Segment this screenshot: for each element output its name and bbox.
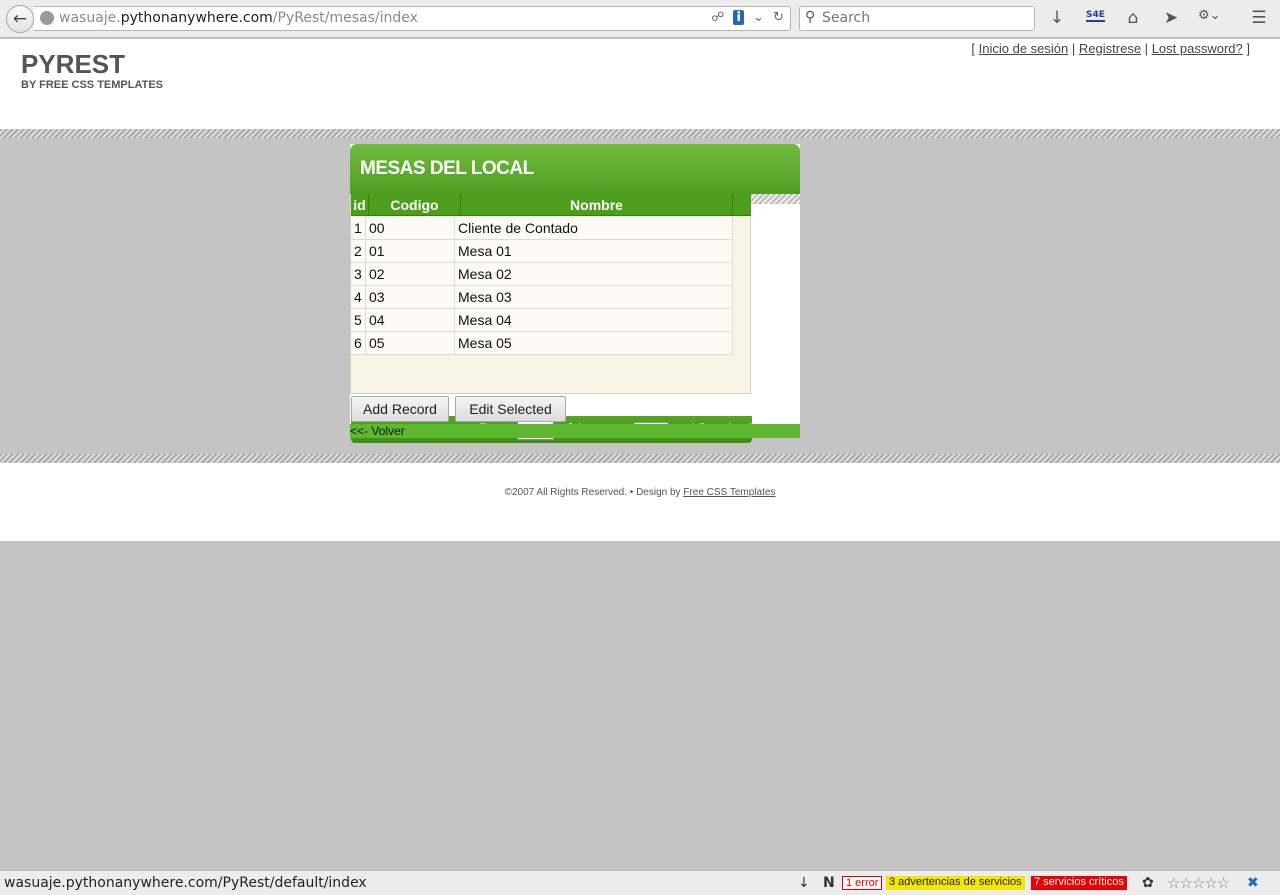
cell-nombre: Mesa 05 <box>455 332 733 354</box>
cell-nombre: Mesa 03 <box>455 286 733 308</box>
table-row[interactable]: 5 04 Mesa 04 <box>351 309 733 332</box>
bottom-divider <box>0 454 1280 463</box>
cell-codigo: 05 <box>366 332 455 354</box>
grid-body: 1 00 Cliente de Contado 2 01 Mesa 01 3 0… <box>351 217 733 355</box>
table-row[interactable]: 6 05 Mesa 05 <box>351 332 733 355</box>
reload-icon[interactable]: ↻ <box>773 10 784 25</box>
register-link[interactable]: Registrese <box>1079 41 1141 56</box>
panel-title: MESAS DEL LOCAL <box>360 158 534 179</box>
chevron-down-icon[interactable]: ⌄ <box>753 10 764 25</box>
addon-icon[interactable]: ⚙⌄ <box>1198 8 1221 23</box>
menu-icon[interactable]: ☰ <box>1248 8 1270 28</box>
rating-stars-icon[interactable]: ☆☆☆☆☆ <box>1167 874 1230 892</box>
edit-selected-button[interactable]: Edit Selected <box>455 396 566 422</box>
error-badge[interactable]: 1 error <box>842 876 883 890</box>
cell-codigo: 03 <box>366 286 455 308</box>
cell-nombre: Mesa 02 <box>455 263 733 285</box>
top-divider <box>0 129 1280 138</box>
cell-id: 3 <box>351 263 366 285</box>
status-url: wasuaje.pythonanywhere.com/PyRest/defaul… <box>4 875 367 891</box>
back-link-bar: <<- Volver <box>350 424 800 438</box>
site-logo: PYREST BY FREE CSS TEMPLATES <box>21 49 163 91</box>
cell-nombre: Cliente de Contado <box>455 217 733 239</box>
column-header-codigo[interactable]: Codigo <box>369 194 461 216</box>
login-link[interactable]: Inicio de sesión <box>979 41 1069 56</box>
panel-header: MESAS DEL LOCAL <box>350 144 800 194</box>
cell-id: 4 <box>351 286 366 308</box>
cell-nombre: Mesa 04 <box>455 309 733 331</box>
cell-nombre: Mesa 01 <box>455 240 733 262</box>
search-bar[interactable]: ⚲ <box>799 6 1035 31</box>
back-icon[interactable]: ← <box>6 5 34 33</box>
auth-links: [ Inicio de sesión | Registrese | Lost p… <box>971 41 1250 56</box>
content-band: MESAS DEL LOCAL id Codigo Nombre 1 00 Cl… <box>0 129 1280 463</box>
footer: ©2007 All Rights Reserved. • Design by F… <box>0 487 1280 498</box>
pocket-icon[interactable]: ☍ <box>711 10 724 25</box>
grid-header: id Codigo Nombre <box>351 194 751 216</box>
back-link[interactable]: <<- Volver <box>350 424 405 438</box>
n-icon[interactable]: N <box>823 875 835 891</box>
table-row[interactable]: 1 00 Cliente de Contado <box>351 217 733 240</box>
site-subtitle: BY FREE CSS TEMPLATES <box>21 79 164 91</box>
home-icon[interactable]: ⌂ <box>1122 8 1144 28</box>
addon-status-icon[interactable]: ✖ <box>1247 875 1259 891</box>
mesas-grid: id Codigo Nombre 1 00 Cliente de Contado… <box>350 194 752 443</box>
search-icon: ⚲ <box>805 9 816 25</box>
status-bar: wasuaje.pythonanywhere.com/PyRest/defaul… <box>0 870 1280 895</box>
panel-stripe <box>751 194 800 204</box>
cell-codigo: 01 <box>366 240 455 262</box>
cell-id: 6 <box>351 332 366 354</box>
web-page: PYREST BY FREE CSS TEMPLATES [ Inicio de… <box>0 39 1280 541</box>
add-record-button[interactable]: Add Record <box>351 396 449 422</box>
cell-codigo: 02 <box>366 263 455 285</box>
info-icon[interactable]: i <box>733 10 744 25</box>
column-header-id[interactable]: id <box>351 194 369 216</box>
cell-id: 5 <box>351 309 366 331</box>
warnings-badge[interactable]: 3 advertencias de servicios <box>886 876 1025 890</box>
send-icon[interactable]: ➤ <box>1160 8 1182 28</box>
site-title: PYREST <box>21 49 126 79</box>
download-status-icon[interactable]: ↓ <box>798 875 810 891</box>
lost-password-link[interactable]: Lost password? <box>1152 41 1243 56</box>
globe-icon <box>40 11 54 25</box>
cell-id: 1 <box>351 217 366 239</box>
search-input[interactable] <box>822 10 1027 26</box>
table-row[interactable]: 2 01 Mesa 01 <box>351 240 733 263</box>
url-bar[interactable]: wasuaje.pythonanywhere.com/PyRest/mesas/… <box>34 6 791 31</box>
url-text[interactable]: wasuaje.pythonanywhere.com/PyRest/mesas/… <box>59 10 418 26</box>
table-row[interactable]: 4 03 Mesa 03 <box>351 286 733 309</box>
cell-codigo: 04 <box>366 309 455 331</box>
browser-toolbar: ← wasuaje.pythonanywhere.com/PyRest/mesa… <box>0 0 1280 38</box>
s4e-icon[interactable]: S4E <box>1086 10 1105 22</box>
column-header-nombre[interactable]: Nombre <box>461 194 733 216</box>
table-row[interactable]: 3 02 Mesa 02 <box>351 263 733 286</box>
cell-codigo: 00 <box>366 217 455 239</box>
extension-icon[interactable]: ✿ <box>1142 875 1154 891</box>
mesas-panel: MESAS DEL LOCAL id Codigo Nombre 1 00 Cl… <box>350 144 800 443</box>
critical-badge[interactable]: 7 servicios críticos <box>1031 876 1127 890</box>
cell-id: 2 <box>351 240 366 262</box>
footer-link[interactable]: Free CSS Templates <box>683 487 775 498</box>
download-icon[interactable]: ↓ <box>1046 8 1068 28</box>
footer-copyright: ©2007 All Rights Reserved. • Design by <box>504 487 681 498</box>
